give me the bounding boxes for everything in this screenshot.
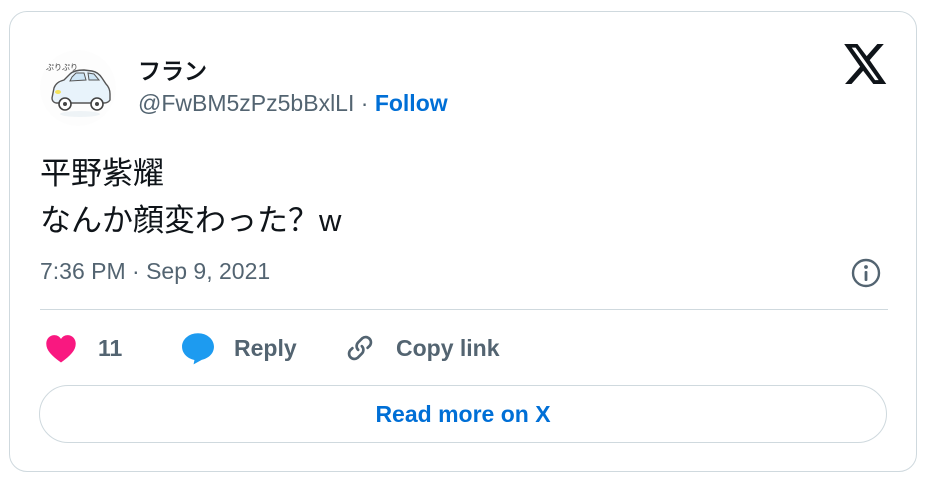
link-icon (347, 335, 373, 361)
copy-link-button[interactable]: Copy link (344, 330, 500, 366)
divider (40, 309, 888, 310)
read-more-label: Read more on X (375, 400, 551, 427)
avatar-scribble: ぷりぷり (46, 63, 78, 72)
avatar[interactable]: ぷりぷり (40, 50, 116, 126)
tweet-text-line-1: 平野紫耀 (40, 156, 164, 191)
author-display-name[interactable]: フラン (138, 52, 207, 86)
read-more-button[interactable]: Read more on X (39, 385, 887, 443)
car-drawing-avatar-icon: ぷりぷり (40, 50, 116, 126)
tweet-embed-card: ぷりぷり フラン @FwBM5zPz5bBxlLI · Follow 平野紫耀 … (9, 11, 917, 472)
x-logo-icon[interactable] (844, 44, 888, 84)
follow-link[interactable]: Follow (375, 90, 448, 116)
copy-link-label: Copy link (396, 334, 500, 361)
handle-separator: · (354, 90, 375, 116)
info-icon[interactable] (850, 257, 882, 289)
like-button[interactable]: 11 (44, 330, 122, 366)
tweet-timestamp[interactable]: 7:36 PM · Sep 9, 2021 (40, 258, 270, 285)
reply-label: Reply (234, 334, 297, 361)
heart-icon (46, 335, 76, 363)
author-handle[interactable]: @FwBM5zPz5bBxlLI (138, 90, 354, 116)
author-handle-row: @FwBM5zPz5bBxlLI · Follow (138, 90, 448, 117)
tweet-text-line-2: なんか顔変わった？w (40, 203, 342, 238)
speech-bubble-icon (182, 333, 214, 365)
tweet-text: 平野紫耀 なんか顔変わった？w (40, 150, 341, 244)
reply-button[interactable]: Reply (180, 330, 297, 366)
like-count: 11 (98, 334, 123, 361)
